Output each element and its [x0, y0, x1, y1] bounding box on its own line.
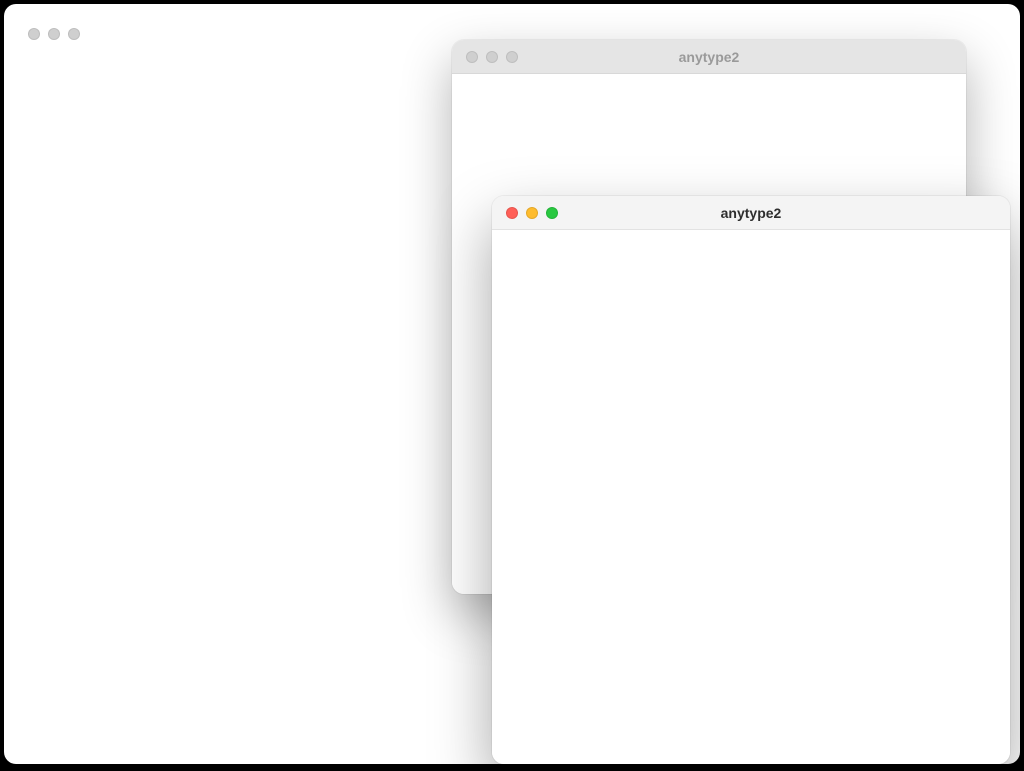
zoom-icon[interactable]: [506, 51, 518, 63]
minimize-icon[interactable]: [526, 207, 538, 219]
minimize-icon[interactable]: [48, 28, 60, 40]
titlebar[interactable]: anytype2: [492, 196, 1010, 230]
window-title: anytype2: [721, 205, 782, 221]
close-icon[interactable]: [506, 207, 518, 219]
traffic-lights-group: [466, 51, 518, 63]
close-icon[interactable]: [28, 28, 40, 40]
close-icon[interactable]: [466, 51, 478, 63]
active-window[interactable]: anytype2: [492, 196, 1010, 764]
window-title: anytype2: [679, 49, 740, 65]
window-content: [492, 230, 1010, 764]
minimize-icon[interactable]: [486, 51, 498, 63]
traffic-lights-group: [506, 207, 558, 219]
titlebar[interactable]: anytype2: [452, 40, 966, 74]
zoom-icon[interactable]: [546, 207, 558, 219]
zoom-icon[interactable]: [68, 28, 80, 40]
traffic-lights-group: [28, 28, 80, 40]
